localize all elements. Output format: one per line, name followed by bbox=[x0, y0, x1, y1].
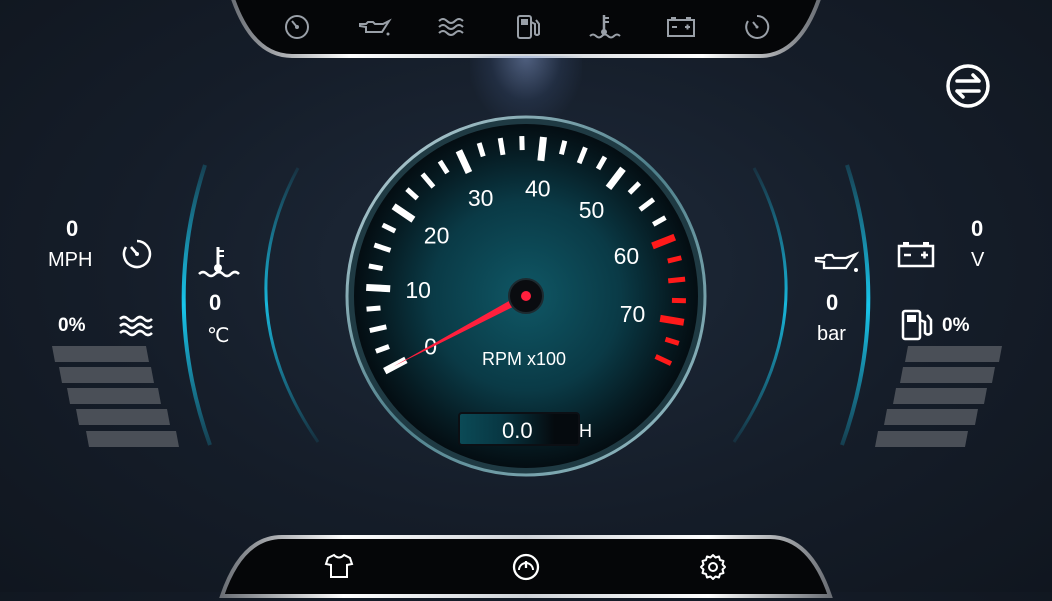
right-level-bars bbox=[872, 346, 1004, 448]
level-bar bbox=[884, 409, 978, 425]
level-bar bbox=[76, 409, 170, 425]
coolant-temp-unit: ℃ bbox=[207, 323, 229, 348]
intake-percent: 0% bbox=[58, 315, 85, 337]
level-bar bbox=[52, 346, 149, 362]
voltage-unit: V bbox=[971, 249, 984, 272]
gauge-tick-label: 40 bbox=[525, 176, 551, 202]
oil-pressure-value: 0 bbox=[826, 290, 838, 316]
gauge-tick-label: 10 bbox=[405, 277, 431, 303]
gear-icon[interactable] bbox=[698, 552, 728, 587]
left-outer-arc bbox=[184, 165, 210, 445]
gauge-tick-label: 30 bbox=[468, 185, 494, 211]
gauge-tick bbox=[561, 141, 564, 155]
level-bar bbox=[86, 431, 179, 447]
right-inner-arc bbox=[734, 168, 786, 442]
hours-unit: H bbox=[579, 421, 592, 442]
speed-unit: MPH bbox=[48, 249, 92, 272]
hours-value: 0.0 bbox=[502, 418, 533, 444]
rpm-gauge: 010203040506070 RPM x100 0.0 H bbox=[346, 116, 706, 476]
gauge-tick-label: 70 bbox=[620, 301, 646, 327]
gauge-tick bbox=[660, 318, 684, 322]
right-outer-arc bbox=[842, 165, 868, 445]
left-level-bars bbox=[50, 346, 182, 448]
level-bar bbox=[893, 388, 987, 404]
oil-can-icon[interactable] bbox=[812, 250, 860, 281]
gauge-tick bbox=[541, 137, 544, 161]
level-bar bbox=[67, 388, 161, 404]
gauge-tick bbox=[500, 138, 503, 155]
gauge-tick bbox=[367, 308, 381, 309]
voltage-value: 0 bbox=[971, 216, 983, 242]
gauge-tick-label: 50 bbox=[579, 197, 605, 223]
shirt-icon[interactable] bbox=[324, 552, 354, 585]
level-bar bbox=[905, 346, 1002, 362]
gauge-tick bbox=[668, 279, 685, 281]
gauge-tick bbox=[369, 266, 383, 269]
battery-icon[interactable] bbox=[896, 238, 936, 275]
needle-hub-dot bbox=[521, 291, 531, 301]
coolant-waves-icon bbox=[118, 313, 154, 344]
oil-pressure-unit: bar bbox=[817, 323, 846, 346]
fuel-pump-icon[interactable] bbox=[900, 308, 934, 347]
coolant-temp-value: 0 bbox=[209, 290, 221, 316]
gauge-tick-label: 60 bbox=[614, 243, 640, 269]
level-bar bbox=[875, 431, 968, 447]
rpm-unit-label: RPM x100 bbox=[482, 349, 566, 370]
level-bar bbox=[59, 367, 154, 383]
gauge-icon[interactable] bbox=[511, 552, 541, 587]
bottom-bar bbox=[220, 534, 832, 596]
gauge-tick bbox=[668, 258, 682, 261]
fuel-percent: 0% bbox=[942, 315, 969, 337]
coolant-temp-icon[interactable] bbox=[198, 244, 238, 285]
timer-icon[interactable] bbox=[119, 236, 155, 277]
gauge-tick bbox=[366, 287, 390, 288]
left-inner-arc bbox=[266, 168, 318, 442]
gauge-tick-label: 20 bbox=[424, 222, 450, 248]
hour-meter: 0.0 bbox=[458, 412, 580, 446]
level-bar bbox=[900, 367, 995, 383]
speed-value: 0 bbox=[66, 216, 78, 242]
